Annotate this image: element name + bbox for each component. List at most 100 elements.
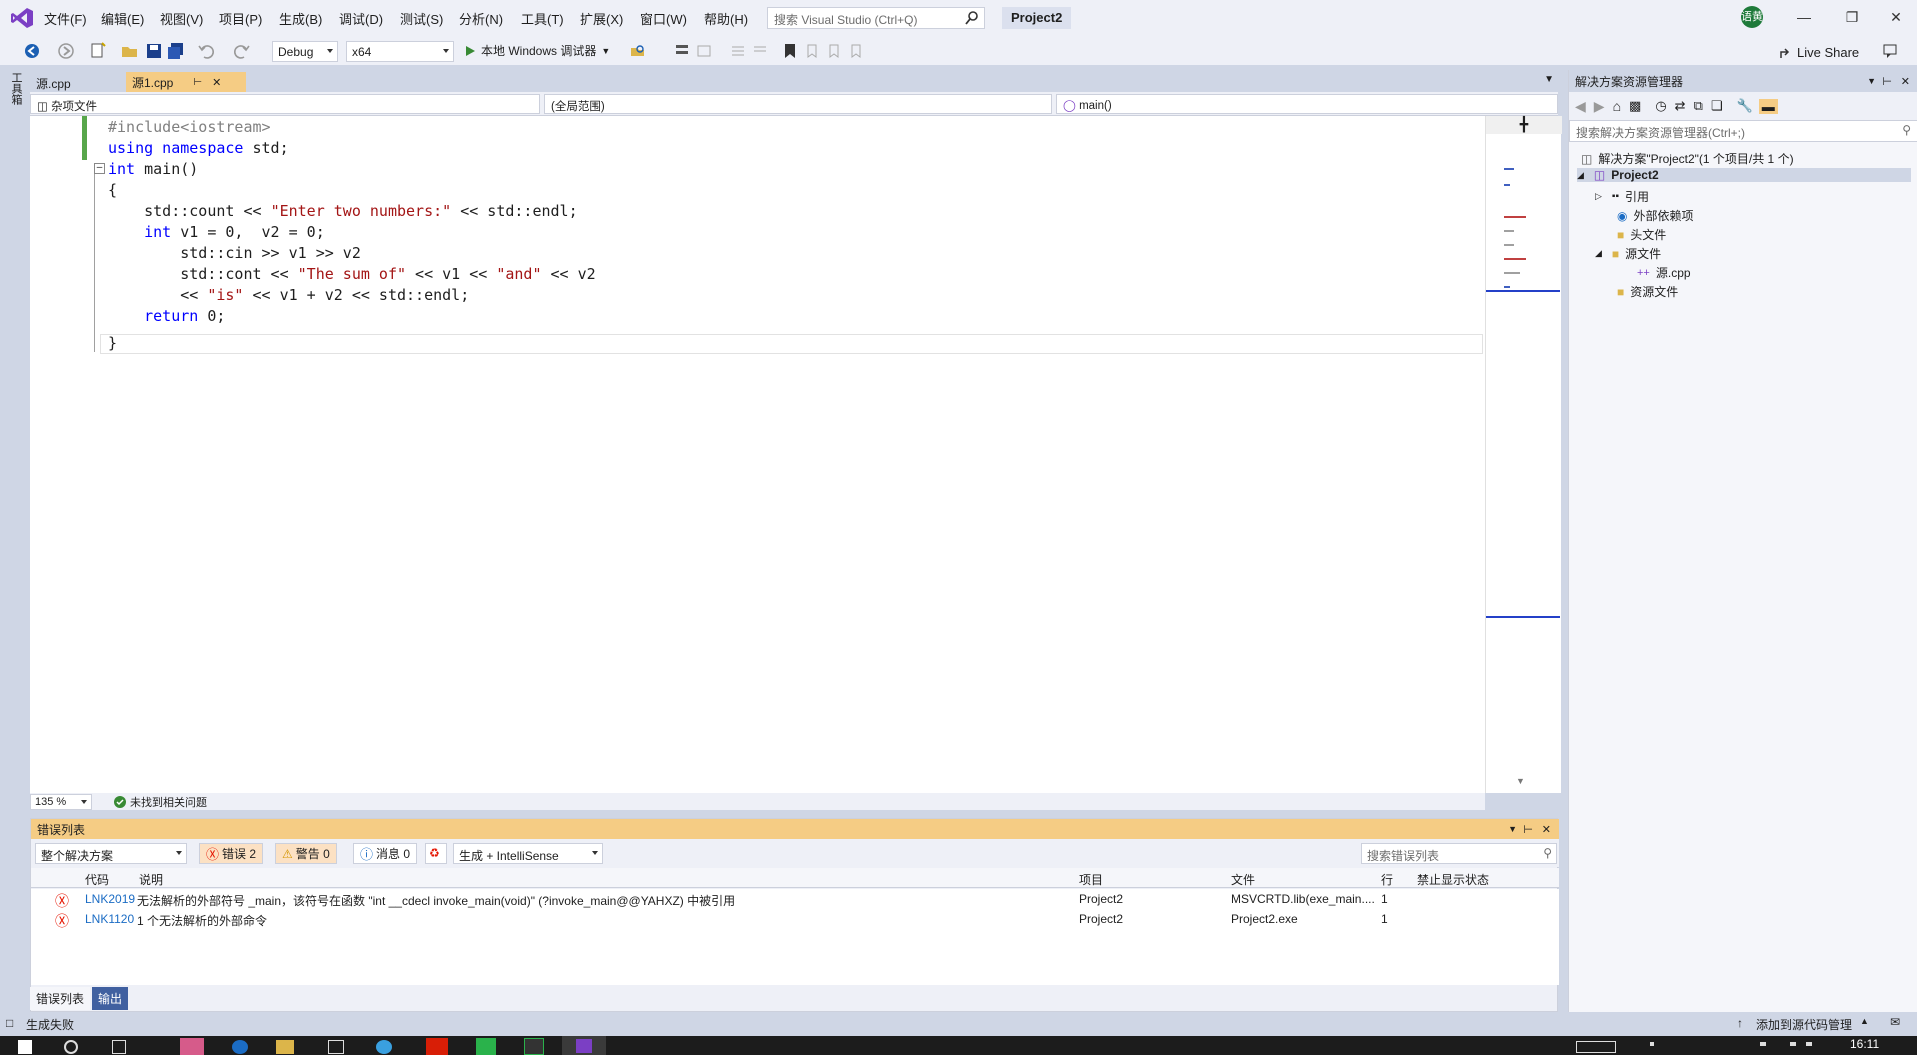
start-debugging-button[interactable]: 本地 Windows 调试器 ▼ bbox=[464, 42, 610, 59]
menu-extensions[interactable]: 扩展(X) bbox=[580, 9, 623, 28]
browser-icon[interactable] bbox=[376, 1040, 392, 1054]
app-icon[interactable] bbox=[180, 1038, 204, 1055]
split-icon[interactable]: ╋ bbox=[1486, 116, 1562, 134]
close-panel-icon[interactable]: ✕ bbox=[1542, 823, 1551, 836]
wechat-icon[interactable] bbox=[476, 1038, 496, 1055]
collapse-icon[interactable]: – bbox=[94, 163, 105, 174]
project-scope-select[interactable]: ◫ 杂项文件 bbox=[30, 94, 540, 114]
col-code[interactable]: 代码 bbox=[85, 871, 109, 888]
uncomment-icon[interactable] bbox=[750, 41, 770, 61]
step-into-icon[interactable] bbox=[672, 41, 692, 61]
edge-icon[interactable] bbox=[232, 1040, 248, 1054]
preview-icon[interactable]: ▬ bbox=[1758, 98, 1778, 114]
store-icon[interactable] bbox=[328, 1040, 344, 1054]
global-scope-select[interactable]: (全局范围) bbox=[544, 94, 1052, 114]
tree-project[interactable]: ◢ ◫ Project2 bbox=[1577, 168, 1911, 182]
menu-project[interactable]: 项目(P) bbox=[219, 9, 262, 28]
redo-icon[interactable] bbox=[232, 41, 252, 61]
error-code[interactable]: LNK1120 bbox=[85, 912, 137, 926]
task-view-icon[interactable] bbox=[112, 1040, 126, 1054]
menu-test[interactable]: 测试(S) bbox=[400, 9, 443, 28]
menu-view[interactable]: 视图(V) bbox=[160, 9, 203, 28]
start-icon[interactable] bbox=[18, 1040, 32, 1054]
back-icon[interactable]: ◀ bbox=[1575, 98, 1586, 115]
forward-icon[interactable] bbox=[56, 41, 76, 61]
find-in-files-icon[interactable] bbox=[628, 41, 648, 61]
show-all-files-icon[interactable]: ❏ bbox=[1711, 98, 1723, 114]
terminal-icon[interactable] bbox=[524, 1038, 544, 1055]
build-filter-select[interactable]: 生成 + IntelliSense bbox=[453, 843, 603, 864]
visual-studio-taskbar-icon[interactable] bbox=[562, 1036, 606, 1055]
menu-edit[interactable]: 编辑(E) bbox=[101, 9, 144, 28]
table-row[interactable]: Ⓧ LNK2019 无法解析的外部符号 _main，该符号在函数 "int __… bbox=[31, 889, 1559, 909]
tab-source1-cpp[interactable]: 源1.cpp ⊢ ✕ bbox=[126, 72, 246, 92]
tree-source-files[interactable]: ◢ ■ 源文件 bbox=[1595, 245, 1661, 262]
menu-window[interactable]: 窗口(W) bbox=[640, 9, 687, 28]
tab-source-cpp[interactable]: 源.cpp bbox=[30, 72, 126, 92]
scroll-down-icon[interactable]: ▼ bbox=[1516, 776, 1525, 786]
messages-filter-button[interactable]: ⓘ 消息 0 bbox=[353, 843, 418, 864]
user-avatar[interactable]: 语黄 bbox=[1741, 6, 1763, 28]
pin-icon[interactable]: ⊢ bbox=[1523, 823, 1533, 836]
undo-icon[interactable] bbox=[196, 41, 216, 61]
save-icon[interactable] bbox=[144, 41, 164, 61]
tree-resource-files[interactable]: ■ 资源文件 bbox=[1617, 283, 1678, 300]
scope-select[interactable]: 整个解决方案 bbox=[35, 843, 187, 864]
tab-output[interactable]: 输出 bbox=[92, 986, 129, 1010]
error-search-input[interactable]: 搜索错误列表 ⚲ bbox=[1361, 843, 1557, 864]
bookmark-icon[interactable] bbox=[780, 41, 800, 61]
notifications-icon[interactable]: ✉ bbox=[1890, 1015, 1900, 1029]
menu-build[interactable]: 生成(B) bbox=[279, 9, 322, 28]
system-clock[interactable]: 16:11 bbox=[1850, 1037, 1879, 1051]
panel-dropdown-icon[interactable]: ▼ bbox=[1508, 824, 1517, 834]
tab-error-list[interactable]: 错误列表 bbox=[30, 986, 91, 1010]
tree-header-files[interactable]: ■ 头文件 bbox=[1617, 226, 1666, 243]
clear-bookmarks-icon[interactable] bbox=[846, 41, 866, 61]
tree-solution[interactable]: ◫ 解决方案"Project2"(1 个项目/共 1 个) bbox=[1581, 150, 1794, 167]
menu-help[interactable]: 帮助(H) bbox=[704, 9, 748, 28]
wps-icon[interactable] bbox=[426, 1038, 448, 1055]
up-arrow-icon[interactable]: ▲ bbox=[1860, 1016, 1869, 1026]
add-to-source-control[interactable]: 添加到源代码管理 bbox=[1756, 1016, 1852, 1033]
prev-bookmark-icon[interactable] bbox=[802, 41, 822, 61]
collapse-all-icon[interactable]: ⧉ bbox=[1694, 98, 1703, 114]
col-line[interactable]: 行 bbox=[1381, 871, 1393, 888]
toggle-icon[interactable] bbox=[694, 41, 714, 61]
menu-file[interactable]: 文件(F) bbox=[44, 9, 87, 28]
home-icon[interactable]: ⌂ bbox=[1613, 98, 1621, 114]
code-minimap[interactable]: ╋ ▼ bbox=[1485, 116, 1562, 793]
feedback-icon[interactable] bbox=[1880, 41, 1900, 61]
menu-tools[interactable]: 工具(T) bbox=[521, 9, 564, 28]
sync-icon[interactable]: ⇄ bbox=[1675, 98, 1686, 114]
tray-icon[interactable] bbox=[1790, 1042, 1796, 1046]
tree-references[interactable]: ▷ ▪▪ 引用 bbox=[1595, 188, 1649, 205]
close-tab-icon[interactable]: ✕ bbox=[212, 76, 221, 89]
forward-icon[interactable]: ▶ bbox=[1594, 98, 1605, 115]
tree-external-deps[interactable]: ◉ 外部依赖项 bbox=[1617, 207, 1694, 224]
warnings-filter-button[interactable]: ⚠ 警告 0 bbox=[275, 843, 337, 864]
tray-icon[interactable] bbox=[1650, 1042, 1654, 1046]
close-panel-icon[interactable]: ✕ bbox=[1901, 75, 1910, 88]
tray-icon[interactable] bbox=[1806, 1042, 1812, 1046]
save-all-icon[interactable] bbox=[166, 41, 186, 61]
col-file[interactable]: 文件 bbox=[1231, 871, 1255, 888]
col-suppress[interactable]: 禁止显示状态 bbox=[1417, 871, 1489, 888]
live-share-button[interactable]: Live Share bbox=[1779, 45, 1859, 60]
switch-views-icon[interactable]: ▩ bbox=[1629, 98, 1641, 114]
menu-debug[interactable]: 调试(D) bbox=[339, 9, 383, 28]
next-bookmark-icon[interactable] bbox=[824, 41, 844, 61]
platform-select[interactable]: x64 bbox=[346, 41, 454, 62]
cortana-icon[interactable] bbox=[64, 1040, 78, 1054]
configuration-select[interactable]: Debug bbox=[272, 41, 338, 62]
vs-search-input[interactable]: 搜索 Visual Studio (Ctrl+Q) bbox=[767, 7, 985, 29]
zoom-select[interactable]: 135 % bbox=[30, 793, 92, 810]
menu-analyze[interactable]: 分析(N) bbox=[459, 9, 503, 28]
restore-icon[interactable]: ❐ bbox=[1838, 6, 1866, 28]
tree-source-cpp[interactable]: ++ 源.cpp bbox=[1637, 264, 1691, 281]
pending-changes-icon[interactable]: ◷ bbox=[1655, 98, 1666, 114]
col-project[interactable]: 项目 bbox=[1079, 871, 1103, 888]
minimize-icon[interactable]: — bbox=[1790, 6, 1818, 28]
table-row[interactable]: Ⓧ LNK1120 1 个无法解析的外部命令 Project2 Project2… bbox=[31, 909, 1559, 929]
new-project-icon[interactable] bbox=[88, 41, 108, 61]
pin-icon[interactable]: ⊢ bbox=[1882, 75, 1892, 88]
